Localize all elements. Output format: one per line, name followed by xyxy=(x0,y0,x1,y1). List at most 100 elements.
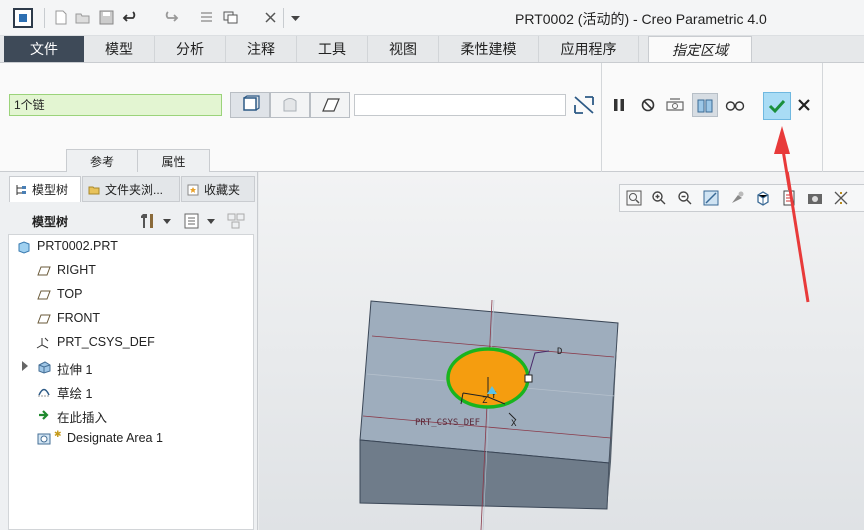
tab-file[interactable]: 文件 xyxy=(4,36,84,62)
designate-area-icon xyxy=(37,433,51,445)
separator xyxy=(822,63,823,173)
new-item-star-icon: ✱ xyxy=(54,429,62,439)
undo-icon[interactable] xyxy=(122,9,139,26)
save-icon[interactable] xyxy=(98,9,115,26)
datum-plane-icon xyxy=(37,266,51,276)
tab-properties[interactable]: 属性 xyxy=(137,149,210,173)
flip-direction-icon[interactable] xyxy=(572,94,596,116)
tab-label: 文件夹浏... xyxy=(105,183,164,197)
tab-model-tree[interactable]: 模型树 xyxy=(9,176,81,202)
tab-analysis[interactable]: 分析 xyxy=(155,36,226,62)
regenerate-icon[interactable] xyxy=(198,9,215,26)
chevron-down-icon[interactable] xyxy=(206,216,216,226)
pause-icon[interactable] xyxy=(608,94,630,116)
tab-flexible-modeling[interactable]: 柔性建模 xyxy=(439,36,539,62)
tab-view[interactable]: 视图 xyxy=(368,36,439,62)
cancel-icon[interactable] xyxy=(793,94,815,116)
separator xyxy=(283,8,284,28)
chain-collector[interactable]: 1个链 xyxy=(9,94,222,116)
favorites-icon xyxy=(187,184,199,196)
plane-icon xyxy=(322,98,340,112)
open-surface-button[interactable] xyxy=(270,92,310,118)
tree-header: 模型树 xyxy=(8,210,253,232)
tab-label: 收藏夹 xyxy=(204,183,241,197)
tree-item-insert-here[interactable]: 在此插入 xyxy=(9,403,253,427)
model-tree-icon xyxy=(16,185,26,195)
tab-folder-browser[interactable]: 文件夹浏... xyxy=(82,176,180,202)
tree-item-part[interactable]: PRT0002.PRT xyxy=(9,235,253,259)
extrude-icon xyxy=(38,361,51,374)
tree-item-label: PRT_CSYS_DEF xyxy=(57,335,155,349)
graphics-window[interactable]: X Y Z PRT_CSYS_DEF D xyxy=(259,172,864,530)
handle-label: D xyxy=(557,347,562,357)
tab-tools[interactable]: 工具 xyxy=(297,36,368,62)
annotation-arrow xyxy=(785,172,810,303)
no-preview-icon[interactable] xyxy=(637,94,659,116)
closed-surface-button[interactable] xyxy=(230,92,270,118)
ribbon-tab-bar: 文件 模型 分析 注释 工具 视图 柔性建模 应用程序 指定区域 xyxy=(0,36,864,62)
glasses-icon[interactable] xyxy=(724,94,746,116)
filter-icon[interactable] xyxy=(226,211,248,231)
part-icon xyxy=(18,241,30,254)
window-title: PRT0002 (活动的) - Creo Parametric 4.0 xyxy=(515,11,767,27)
tree-item-label: TOP xyxy=(57,287,83,301)
verify-icon xyxy=(697,99,713,113)
app-icon[interactable] xyxy=(13,8,33,28)
tab-annotate[interactable]: 注释 xyxy=(226,36,297,62)
tree-item-extrude[interactable]: 拉伸 1 xyxy=(9,355,253,379)
check-icon xyxy=(768,99,786,114)
tab-designate-area[interactable]: 指定区域 xyxy=(648,36,752,62)
reference-field[interactable] xyxy=(354,94,566,116)
datum-plane-icon xyxy=(37,314,51,324)
close-window-icon[interactable] xyxy=(262,9,279,26)
tree-item-label: 拉伸 1 xyxy=(57,363,93,377)
tree-item-right[interactable]: RIGHT xyxy=(9,259,253,283)
tree-item-label: 在此插入 xyxy=(57,411,108,425)
tree-item-sketch[interactable]: 草绘 1 xyxy=(9,379,253,403)
show-list-icon[interactable] xyxy=(182,211,202,231)
model-view[interactable]: X Y Z PRT_CSYS_DEF D xyxy=(259,172,864,530)
x-axis-label: X xyxy=(511,419,517,429)
expand-arrow-icon[interactable] xyxy=(22,361,28,371)
verify-mode-button[interactable] xyxy=(692,93,718,117)
sketch-icon xyxy=(38,388,50,397)
tab-applications[interactable]: 应用程序 xyxy=(539,36,639,62)
tree-item-label: Designate Area 1 xyxy=(67,431,163,445)
model-tree: PRT0002.PRT RIGHT TOP FRONT PRT_CSYS_DEF… xyxy=(8,234,254,530)
tree-item-csys[interactable]: PRT_CSYS_DEF xyxy=(9,331,253,355)
tree-item-designate-area[interactable]: ✱ Designate Area 1 xyxy=(9,427,253,451)
tab-favorites[interactable]: 收藏夹 xyxy=(181,176,255,202)
new-icon[interactable] xyxy=(52,9,69,26)
separator xyxy=(44,8,45,28)
tab-label: 模型树 xyxy=(32,183,69,197)
chevron-down-icon[interactable] xyxy=(162,216,172,226)
tab-references[interactable]: 参考 xyxy=(66,149,138,173)
tree-title: 模型树 xyxy=(32,215,69,229)
tab-model[interactable]: 模型 xyxy=(84,36,155,62)
ok-button[interactable] xyxy=(763,92,791,120)
insert-here-icon xyxy=(39,410,49,420)
tree-item-label: 草绘 1 xyxy=(57,387,93,401)
cube-outline-icon xyxy=(243,95,260,111)
tree-item-label: RIGHT xyxy=(57,263,96,277)
tree-item-top[interactable]: TOP xyxy=(9,283,253,307)
datum-plane-icon xyxy=(37,290,51,300)
title-bar: PRT0002 (活动的) - Creo Parametric 4.0 xyxy=(0,0,864,36)
preview-icon[interactable] xyxy=(664,94,686,116)
navigator-panel: 模型树 文件夹浏... 收藏夹 模型树 PRT0002.PRT RIGHT TO… xyxy=(0,172,258,530)
separator xyxy=(601,63,602,173)
csys-label: PRT_CSYS_DEF xyxy=(415,418,480,428)
settings-tools-icon[interactable] xyxy=(138,211,158,231)
redo-icon[interactable] xyxy=(162,9,179,26)
windows-icon[interactable] xyxy=(222,9,239,26)
tree-item-front[interactable]: FRONT xyxy=(9,307,253,331)
plane-button[interactable] xyxy=(310,92,350,118)
customize-icon[interactable] xyxy=(287,9,304,26)
tree-item-label: FRONT xyxy=(57,311,101,325)
annotation-arrowhead xyxy=(774,126,792,190)
drag-handle[interactable] xyxy=(524,374,533,383)
z-axis-label: Z xyxy=(482,396,488,406)
tree-item-label: PRT0002.PRT xyxy=(37,239,118,253)
folder-icon xyxy=(88,186,100,195)
open-icon[interactable] xyxy=(74,9,91,26)
